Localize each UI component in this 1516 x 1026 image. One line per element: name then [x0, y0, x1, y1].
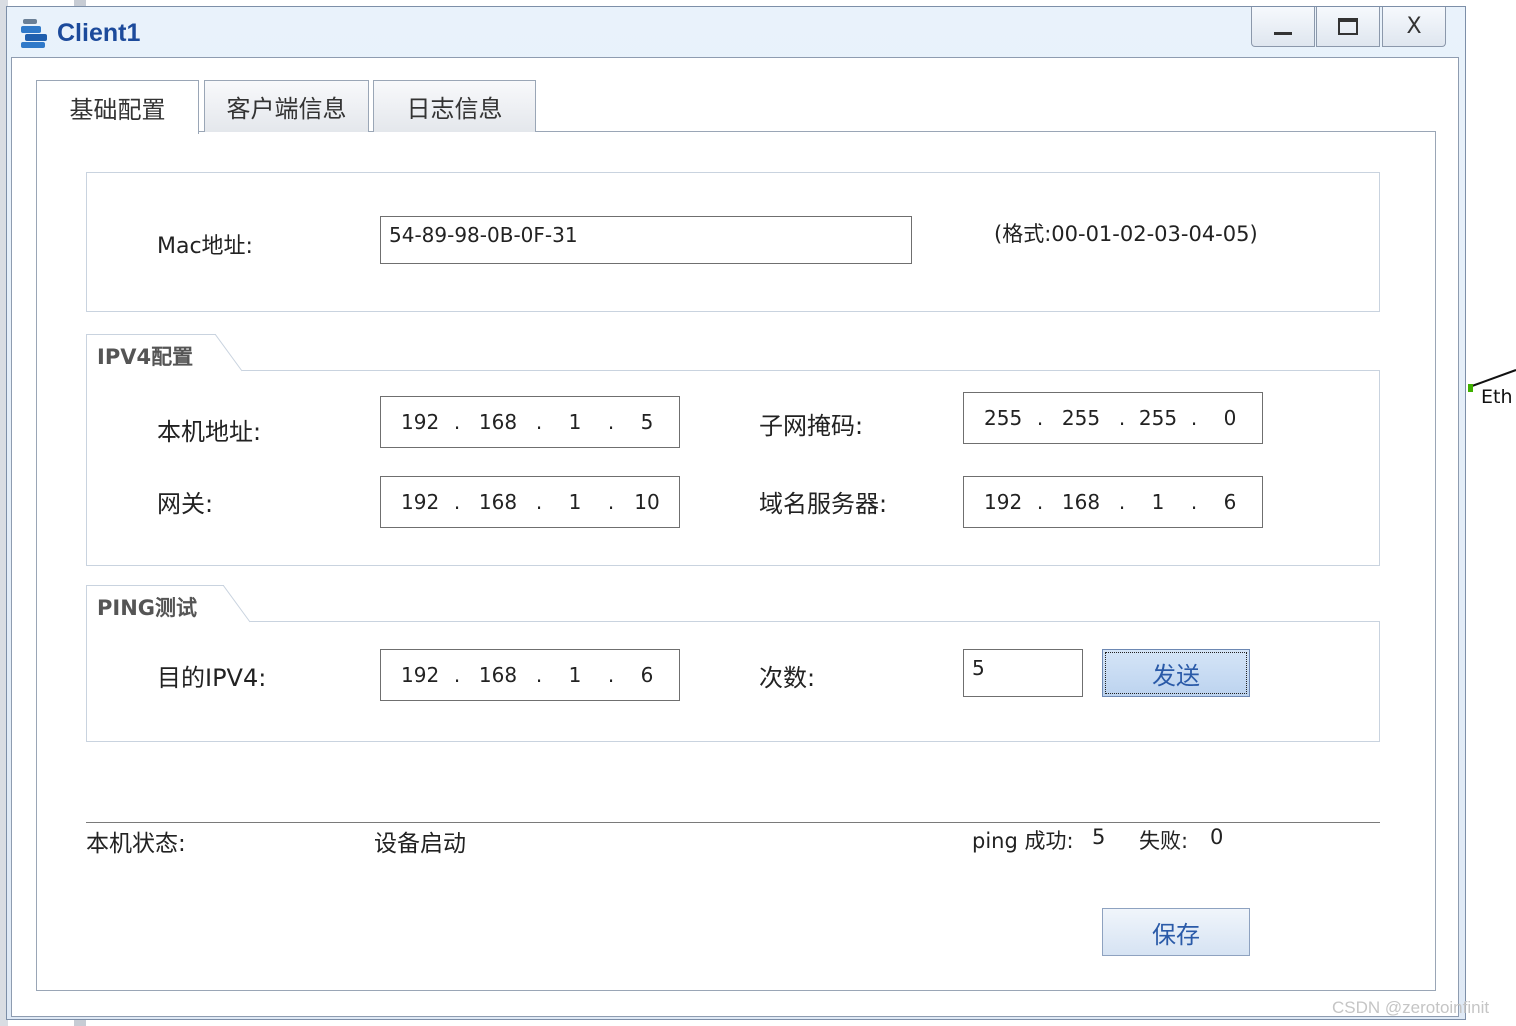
- ip-octet[interactable]: 168: [473, 410, 523, 434]
- fail-label: 失败:: [1139, 829, 1189, 853]
- save-button[interactable]: 保存: [1102, 908, 1250, 956]
- mac-address-input[interactable]: 54-89-98-0B-0F-31: [380, 216, 912, 264]
- dns-server-input[interactable]: 192. 168. 1. 6: [963, 476, 1263, 528]
- subnet-mask-input[interactable]: 255. 255. 255. 0: [963, 392, 1263, 444]
- group-tab-slope: [215, 334, 243, 372]
- ping-success-value: 5: [1092, 825, 1106, 849]
- ip-octet[interactable]: 1: [555, 663, 595, 687]
- ping-success-label: ping 成功:: [972, 829, 1074, 853]
- ip-octet[interactable]: 255: [1138, 406, 1178, 430]
- fail-value: 0: [1210, 825, 1224, 849]
- maximize-button[interactable]: [1316, 7, 1380, 47]
- ip-octet[interactable]: 192: [401, 490, 441, 514]
- ip-octet[interactable]: 255: [1056, 406, 1106, 430]
- ip-octet[interactable]: 6: [627, 663, 667, 687]
- subnet-mask-label: 子网掩码:: [759, 412, 864, 440]
- ip-octet[interactable]: 168: [1056, 490, 1106, 514]
- ip-octet[interactable]: 168: [473, 490, 523, 514]
- dns-server-label: 域名服务器:: [759, 490, 888, 518]
- mac-label: Mac地址:: [157, 234, 253, 259]
- ip-octet[interactable]: 10: [627, 490, 667, 514]
- ip-octet[interactable]: 192: [984, 490, 1024, 514]
- client-config-window: Client1 X 基础配置 客户端信息 日志信息 Mac地址: 54-89-9…: [6, 6, 1466, 1020]
- local-address-input[interactable]: 192. 168. 1. 5: [380, 396, 680, 448]
- tab-client-info[interactable]: 客户端信息: [204, 80, 369, 132]
- status-value: 设备启动: [374, 831, 466, 857]
- gateway-input[interactable]: 192. 168. 1. 10: [380, 476, 680, 528]
- status-label: 本机状态:: [86, 831, 186, 857]
- ping-target-label: 目的IPV4:: [157, 664, 267, 692]
- title-bar[interactable]: Client1 X: [7, 7, 1465, 59]
- ping-target-input[interactable]: 192. 168. 1. 6: [380, 649, 680, 701]
- ip-octet[interactable]: 192: [401, 663, 441, 687]
- ip-octet[interactable]: 0: [1210, 406, 1250, 430]
- ipv4-group-title: IPV4配置: [86, 334, 216, 372]
- ip-octet[interactable]: 1: [555, 410, 595, 434]
- interface-label: Eth: [1481, 386, 1513, 408]
- ip-octet[interactable]: 192: [401, 410, 441, 434]
- ip-octet[interactable]: 168: [473, 663, 523, 687]
- ping-group-title: PING测试: [86, 585, 224, 623]
- ping-count-label: 次数:: [759, 664, 816, 692]
- ip-octet[interactable]: 1: [555, 490, 595, 514]
- local-address-label: 本机地址:: [157, 418, 262, 446]
- close-button[interactable]: X: [1382, 7, 1446, 47]
- window-client-area: 基础配置 客户端信息 日志信息 Mac地址: 54-89-98-0B-0F-31…: [11, 57, 1459, 1017]
- port-indicator: [1468, 384, 1473, 392]
- minimize-button[interactable]: [1251, 7, 1315, 47]
- ping-count-input[interactable]: 5: [963, 649, 1083, 697]
- background-marker: [74, 1020, 86, 1026]
- ip-octet[interactable]: 255: [984, 406, 1024, 430]
- group-tab-slope: [223, 585, 251, 623]
- close-icon: X: [1406, 14, 1422, 39]
- maximize-icon: [1338, 17, 1358, 35]
- watermark: CSDN @zerotoinfinit: [1332, 998, 1490, 1017]
- client-app-icon: [21, 19, 47, 48]
- tab-basic-config[interactable]: 基础配置: [36, 80, 199, 134]
- tab-log-info[interactable]: 日志信息: [373, 80, 536, 132]
- send-button[interactable]: 发送: [1102, 649, 1250, 697]
- gateway-label: 网关:: [157, 490, 214, 518]
- minimize-icon: [1274, 31, 1292, 35]
- mac-format-hint: (格式:00-01-02-03-04-05): [994, 222, 1258, 246]
- window-title: Client1: [57, 19, 141, 47]
- ip-octet[interactable]: 5: [627, 410, 667, 434]
- ip-octet[interactable]: 6: [1210, 490, 1250, 514]
- status-divider: [86, 822, 1380, 823]
- ip-octet[interactable]: 1: [1138, 490, 1178, 514]
